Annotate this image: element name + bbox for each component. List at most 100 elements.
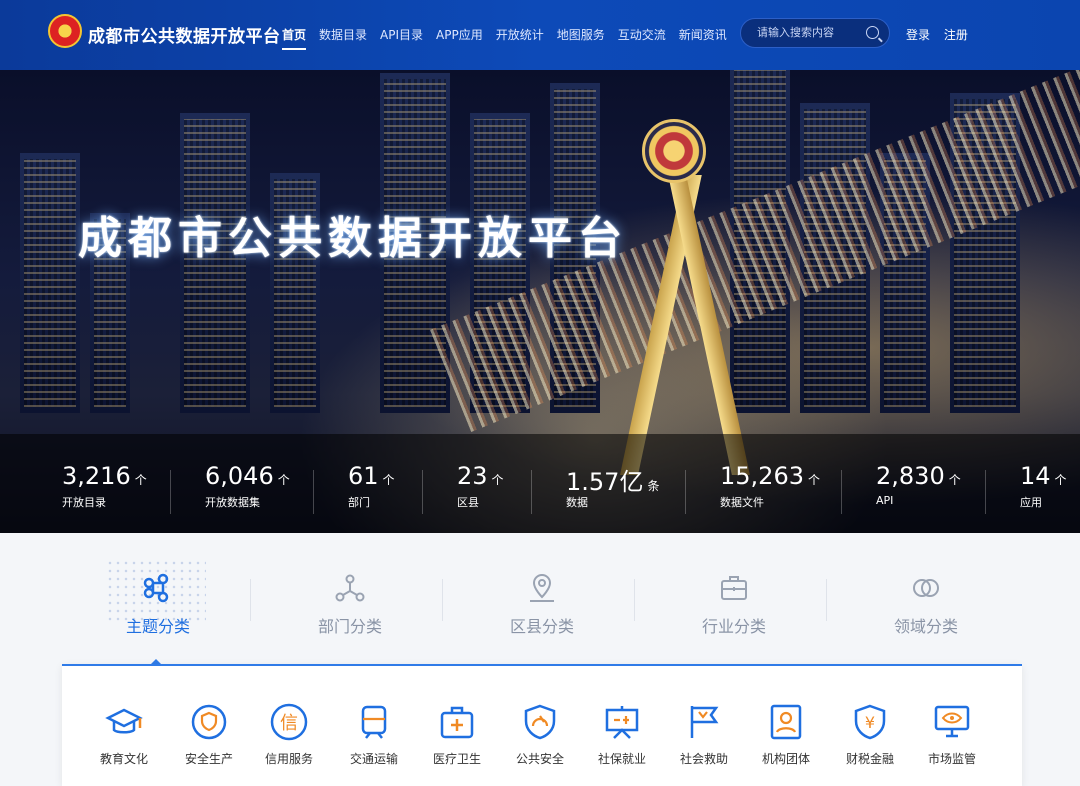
topic-credit[interactable]: 信 信用服务	[249, 702, 329, 767]
topic-label: 社保就业	[597, 752, 646, 766]
briefcase-icon	[717, 571, 751, 605]
search-icon[interactable]	[866, 26, 879, 39]
divider	[634, 579, 635, 621]
tab-district[interactable]: 区县分类	[467, 571, 617, 637]
nav-app[interactable]: APP应用	[436, 26, 483, 43]
topic-organizations[interactable]: 机构团体	[746, 702, 826, 767]
tab-department[interactable]: 部门分类	[275, 571, 425, 637]
topic-label: 公共安全	[515, 752, 564, 766]
topic-education[interactable]: 教育文化	[84, 702, 164, 767]
stat-unit: 个	[491, 473, 504, 487]
divider	[985, 470, 986, 514]
login-link[interactable]: 登录	[906, 28, 930, 42]
stat-unit: 个	[277, 473, 290, 487]
stat-value: 3,216	[62, 462, 131, 490]
flag-icon	[690, 706, 719, 738]
monitor-eye-icon	[934, 705, 970, 738]
stat-value: 14	[1020, 462, 1051, 490]
divider	[685, 470, 686, 514]
topic-safety-production[interactable]: 安全生产	[169, 702, 249, 767]
stat-label: 开放目录	[62, 496, 106, 509]
tab-label: 部门分类	[317, 617, 382, 636]
stat-value: 23	[457, 462, 488, 490]
topic-market-supervision[interactable]: 市场监管	[912, 702, 992, 767]
search-input[interactable]	[755, 25, 859, 40]
medical-kit-icon	[440, 706, 474, 739]
tab-label: 主题分类	[125, 617, 190, 636]
topic-public-security[interactable]: 公共安全	[500, 702, 580, 767]
stat-unit: 个	[1054, 473, 1067, 487]
police-shield-icon	[524, 704, 556, 740]
topic-social-assistance[interactable]: 社会救助	[664, 702, 744, 767]
nav-map-service[interactable]: 地图服务	[557, 26, 605, 43]
stat-unit: 个	[807, 473, 820, 487]
presentation-board-icon	[605, 706, 639, 739]
topic-social-security[interactable]: 社保就业	[582, 702, 662, 767]
topic-label: 安全生产	[184, 752, 233, 766]
building	[20, 153, 80, 413]
tab-label: 区县分类	[509, 617, 574, 636]
topic-label: 社会救助	[679, 752, 728, 766]
category-section: 主题分类 部门分类 区县分类 行业分类 领域分类 教育文化 安全生产 信 信用服…	[0, 533, 1080, 786]
stats-bar: 3,216 个 开放目录 6,046 个 开放数据集 61 个 部门 23 个 区县 1…	[0, 434, 1080, 533]
stat-label: 数据文件	[720, 496, 764, 509]
nav-interaction[interactable]: 互动交流	[618, 26, 666, 43]
topic-label: 市场监管	[927, 752, 976, 766]
bridge-tower	[600, 119, 750, 475]
stat-unit: 个	[382, 473, 395, 487]
divider	[250, 579, 251, 621]
main-nav: 首页 数据目录 API目录 APP应用 开放统计 地图服务 互动交流 新闻资讯	[282, 26, 740, 50]
tab-domain[interactable]: 领域分类	[851, 571, 1001, 637]
stat-value: 15,263	[720, 462, 804, 490]
nav-home[interactable]: 首页	[282, 26, 307, 50]
tower-leg	[668, 175, 750, 475]
graduation-cap-icon	[105, 708, 143, 734]
topic-label: 机构团体	[761, 752, 810, 766]
nav-statistics[interactable]: 开放统计	[496, 26, 544, 43]
stat-value: 1.57亿	[566, 468, 644, 496]
stat-value: 2,830	[876, 462, 945, 490]
topic-label: 财税金融	[845, 752, 894, 766]
id-card-icon	[770, 704, 802, 740]
nav-data-catalog[interactable]: 数据目录	[319, 26, 367, 43]
overlap-circles-icon	[909, 571, 943, 605]
topic-label: 信用服务	[264, 752, 313, 766]
tab-label: 行业分类	[701, 617, 766, 636]
site-title[interactable]: 成都市公共数据开放平台	[88, 22, 281, 47]
stat-label: 应用	[1020, 496, 1042, 509]
stat-unit: 个	[948, 473, 961, 487]
topic-label: 交通运输	[349, 752, 398, 766]
credit-icon: 信	[270, 703, 308, 741]
stat-value: 6,046	[205, 462, 274, 490]
divider	[313, 470, 314, 514]
command-icon	[141, 571, 175, 605]
tab-label: 领域分类	[893, 617, 958, 636]
divider	[422, 470, 423, 514]
svg-text:信: 信	[280, 713, 298, 734]
yen-shield-icon: ¥	[854, 704, 886, 740]
topic-transport[interactable]: 交通运输	[334, 702, 414, 767]
tower-emblem	[642, 119, 706, 183]
stat-value: 61	[348, 462, 379, 490]
hero-banner: 成都市公共数据开放平台 3,216 个 开放目录 6,046 个 开放数据集 61 个…	[0, 70, 1080, 533]
nav-news[interactable]: 新闻资讯	[679, 26, 727, 43]
search-box[interactable]	[740, 18, 890, 48]
train-icon	[361, 705, 387, 739]
register-link[interactable]: 注册	[944, 28, 968, 42]
stat-unit: 个	[134, 473, 147, 487]
stat-label: 数据	[566, 496, 588, 509]
nav-api-catalog[interactable]: API目录	[380, 26, 423, 43]
stat-label: 区县	[457, 496, 479, 509]
svg-text:¥: ¥	[865, 713, 875, 732]
divider	[841, 470, 842, 514]
tab-industry[interactable]: 行业分类	[659, 571, 809, 637]
stat-label: API	[876, 494, 894, 507]
stat-label: 部门	[348, 496, 370, 509]
topic-label: 教育文化	[99, 752, 148, 766]
topic-panel: 教育文化 安全生产 信 信用服务 交通运输 医疗卫生 公共安全 社保就业 社会救	[62, 664, 1022, 786]
topic-health[interactable]: 医疗卫生	[417, 702, 497, 767]
tab-theme[interactable]: 主题分类	[83, 571, 233, 637]
national-emblem-logo	[48, 14, 82, 48]
divider	[531, 470, 532, 514]
topic-finance[interactable]: ¥ 财税金融	[830, 702, 910, 767]
